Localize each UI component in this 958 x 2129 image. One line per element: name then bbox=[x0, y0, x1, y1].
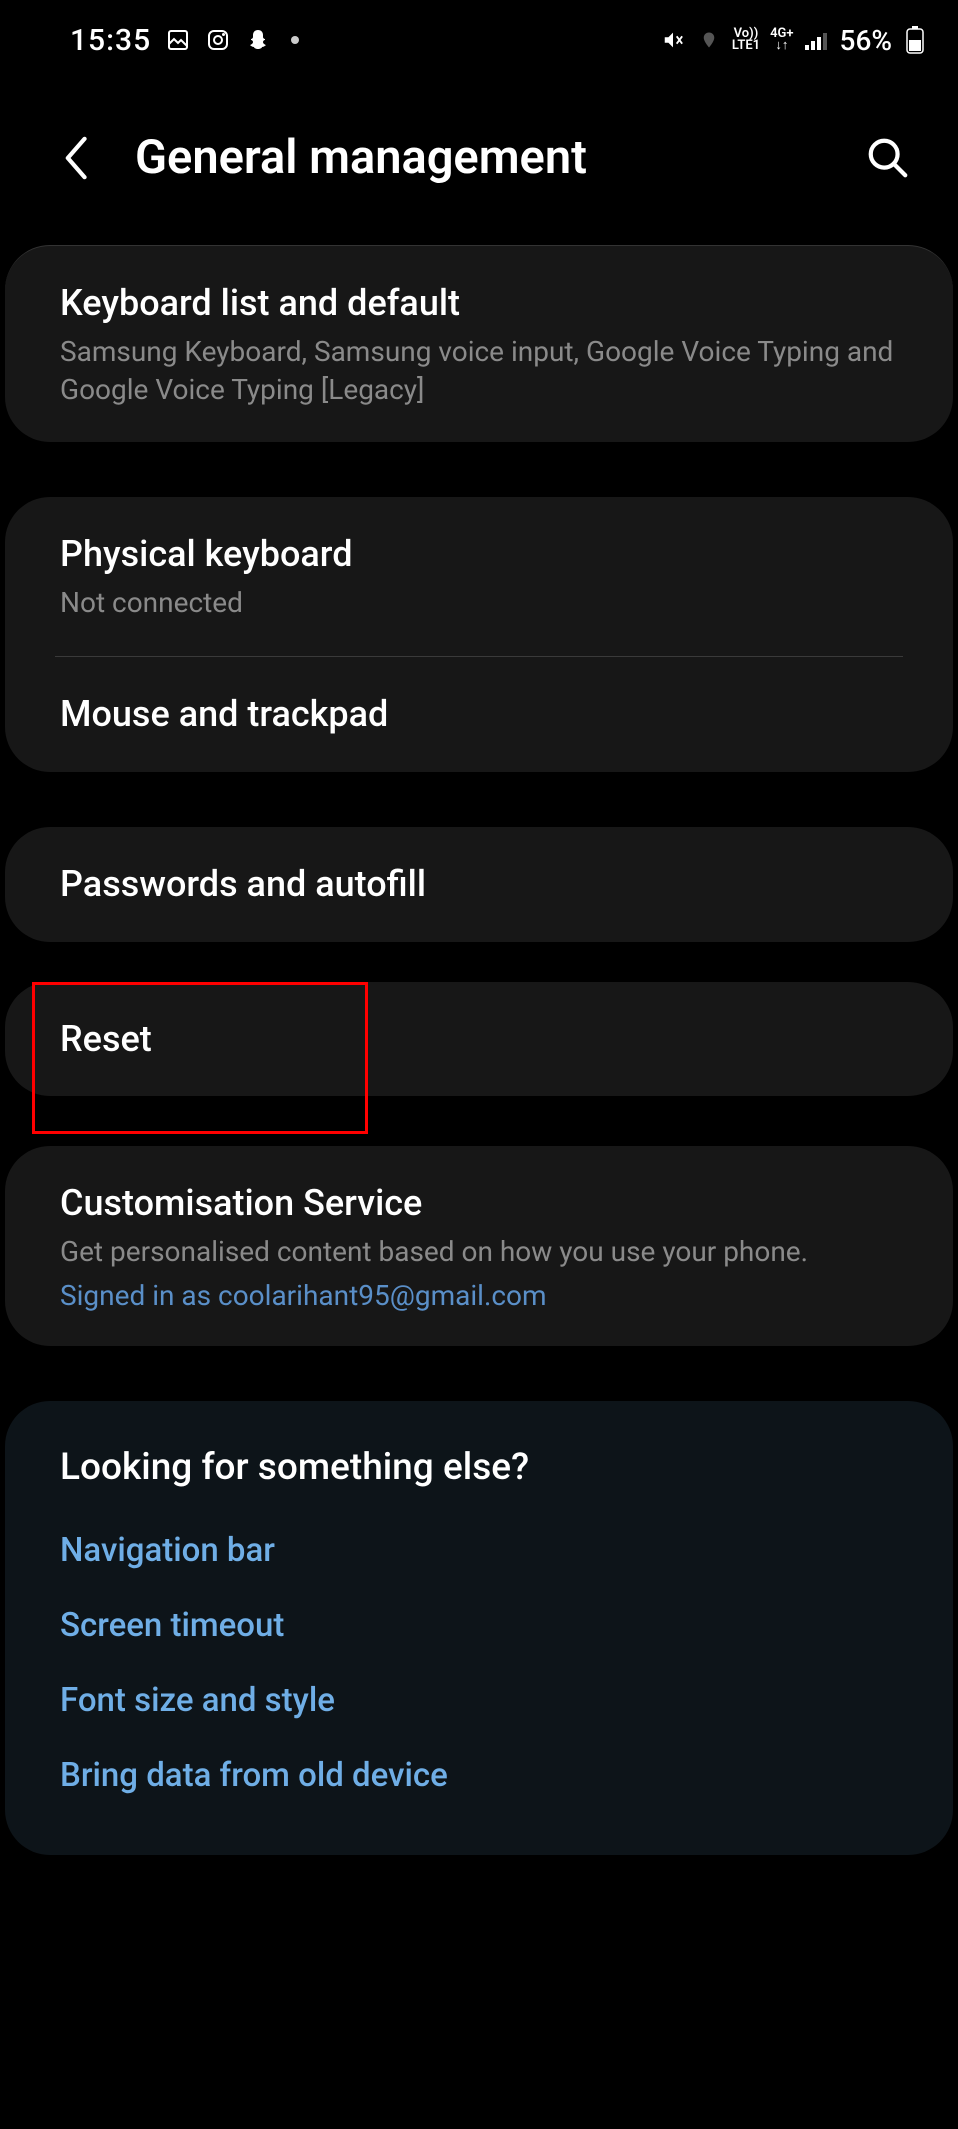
data-arrows-icon: ↓↑ bbox=[775, 40, 788, 52]
gallery-icon bbox=[165, 27, 191, 53]
status-bar: 15:35 Vo)) LTE1 4G+ ↓↑ 56% bbox=[0, 0, 958, 70]
settings-group-keyboard: Keyboard list and default Samsung Keyboa… bbox=[5, 245, 953, 442]
setting-title: Customisation Service bbox=[60, 1180, 898, 1227]
setting-reset[interactable]: Reset bbox=[5, 982, 953, 1097]
setting-keyboard-list[interactable]: Keyboard list and default Samsung Keyboa… bbox=[5, 246, 953, 442]
page-title: General management bbox=[135, 130, 823, 185]
location-icon bbox=[696, 27, 722, 53]
network-type-indicator: 4G+ ↓↑ bbox=[770, 28, 793, 51]
volte-indicator: Vo)) LTE1 bbox=[732, 28, 760, 51]
setting-title: Mouse and trackpad bbox=[60, 691, 898, 738]
lfse-bring-data[interactable]: Bring data from old device bbox=[60, 1756, 898, 1795]
setting-subtitle: Not connected bbox=[60, 584, 898, 622]
back-button[interactable] bbox=[55, 138, 95, 178]
battery-percent: 56% bbox=[840, 24, 892, 57]
setting-title: Physical keyboard bbox=[60, 531, 898, 578]
setting-title: Keyboard list and default bbox=[60, 280, 898, 327]
header: General management bbox=[0, 70, 958, 225]
settings-group-reset: Reset bbox=[5, 982, 953, 1097]
setting-physical-keyboard[interactable]: Physical keyboard Not connected bbox=[5, 497, 953, 656]
settings-group-customisation: Customisation Service Get personalised c… bbox=[5, 1146, 953, 1346]
reset-wrapper: Reset bbox=[0, 982, 958, 1097]
lfse-title: Looking for something else? bbox=[60, 1446, 898, 1489]
setting-title: Reset bbox=[60, 1016, 898, 1063]
instagram-icon bbox=[205, 27, 231, 53]
setting-title: Passwords and autofill bbox=[60, 861, 898, 908]
setting-subtitle: Get personalised content based on how yo… bbox=[60, 1233, 898, 1271]
settings-group-input: Physical keyboard Not connected Mouse an… bbox=[5, 497, 953, 771]
lfse-screen-timeout[interactable]: Screen timeout bbox=[60, 1606, 898, 1645]
setting-passwords-autofill[interactable]: Passwords and autofill bbox=[5, 827, 953, 942]
setting-customisation-service[interactable]: Customisation Service Get personalised c… bbox=[5, 1146, 953, 1346]
status-left: 15:35 bbox=[70, 23, 299, 58]
mute-icon bbox=[660, 27, 686, 53]
battery-icon bbox=[902, 27, 928, 53]
status-time: 15:35 bbox=[70, 23, 151, 58]
snapchat-icon bbox=[245, 27, 271, 53]
chevron-left-icon bbox=[60, 134, 90, 182]
search-icon bbox=[865, 135, 911, 181]
lfse-font-size[interactable]: Font size and style bbox=[60, 1681, 898, 1720]
setting-mouse-trackpad[interactable]: Mouse and trackpad bbox=[5, 657, 953, 772]
settings-group-passwords: Passwords and autofill bbox=[5, 827, 953, 942]
status-right: Vo)) LTE1 4G+ ↓↑ 56% bbox=[660, 24, 928, 57]
search-button[interactable] bbox=[863, 133, 913, 183]
setting-subtitle: Samsung Keyboard, Samsung voice input, G… bbox=[60, 333, 898, 409]
lfse-navigation-bar[interactable]: Navigation bar bbox=[60, 1531, 898, 1570]
notification-dot-icon bbox=[291, 36, 299, 44]
looking-for-section: Looking for something else? Navigation b… bbox=[5, 1401, 953, 1855]
setting-account-link: Signed in as coolarihant95@gmail.com bbox=[60, 1279, 898, 1312]
signal-icon bbox=[804, 27, 830, 53]
